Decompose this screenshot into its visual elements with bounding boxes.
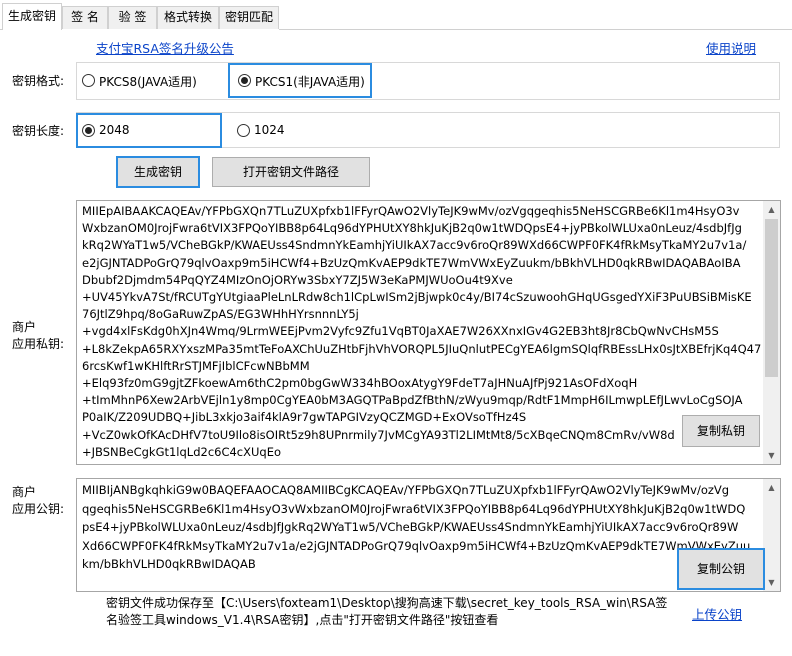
private-key-line: 76JtlZ9hpq/8oGaRuwZpAS/EG3WHhHYrsnnnLY5j [82,307,359,322]
private-key-line: WxbzanOM0JrojFwra6tVIX3FPQoYIBB8p64Lq96d… [82,221,742,236]
announcement-link[interactable]: 支付宝RSA签名升级公告 [96,38,234,57]
private-key-line: Dbubf2Djmdm54PqQYZ4MIzOnOjORYw3SbxY7ZJ5W… [82,272,513,287]
tab-verify[interactable]: 验 签 [108,6,157,29]
private-key-line: +vgd4xlFsKdg0hXJn4Wmq/9LrmWEEjPvm2Vyfc9Z… [82,324,719,339]
copy-public-key-button[interactable]: 复制公钥 [677,548,765,590]
pkcs1-label[interactable]: PKCS1(非JAVA适用) [255,73,365,90]
scroll-down-arrow-icon[interactable]: ▼ [763,447,780,464]
pkcs8-label[interactable]: PKCS8(JAVA适用) [99,73,197,90]
public-key-label-line1: 商户 [12,485,37,499]
len2048-highlight [76,113,222,148]
scroll-down-arrow-icon[interactable]: ▼ [763,574,780,591]
len2048-label[interactable]: 2048 [99,123,130,137]
tab-divider [279,29,792,30]
pkcs1-radio[interactable] [238,74,252,88]
public-key-label-line2: 应用公钥: [12,502,65,516]
private-key-line: +VcZ0wkOfKAcDHfV7toU9Ilo8isOIRt5z9h8UPnr… [82,427,675,442]
tab-sign[interactable]: 签 名 [62,6,108,29]
help-link[interactable]: 使用说明 [706,38,756,57]
private-key-line: kRq2WYaT1w5/VCheBGkP/KWAEUss4SndmnYkEamh… [82,238,747,253]
scroll-up-arrow-icon[interactable]: ▲ [763,201,780,218]
tab-key-match[interactable]: 密钥匹配 [219,6,279,29]
upload-public-key-link[interactable]: 上传公钥 [692,604,742,623]
len1024-label[interactable]: 1024 [254,123,285,137]
status-text-line1: 密钥文件成功保存至【C:\Users\foxteam1\Desktop\搜狗高速… [106,596,668,610]
private-key-line: MIIEpAIBAAKCAQEAv/YFPbGXQn7TLuZUXpfxb1lF… [82,204,740,218]
key-format-label: 密钥格式: [12,74,65,88]
public-key-textarea[interactable]: MIIBIjANBgkqhkiG9w0BAQEFAAOCAQ8AMIIBCgKC… [76,478,781,592]
tab-generate-key[interactable]: 生成密钥 [2,3,62,30]
private-key-scrollbar[interactable]: ▲ ▼ [763,201,780,464]
private-key-text: MIIEpAIBAAKCAQEAv/YFPbGXQn7TLuZUXpfxb1lF… [82,203,762,461]
open-key-path-button[interactable]: 打开密钥文件路径 [212,157,370,187]
len2048-radio[interactable] [82,124,96,138]
private-key-line: +tImMhnP6Xew2ArbVEjln1y8mp0CgYEA0bM3AGQT… [82,393,743,408]
private-key-textarea[interactable]: MIIEpAIBAAKCAQEAv/YFPbGXQn7TLuZUXpfxb1lF… [76,200,781,465]
status-text-line2: 名验签工具windows_V1.4\RSA密钥】,点击"打开密钥文件路径"按钮查… [106,613,499,627]
public-key-text: MIIBIjANBgkqhkiG9w0BAQEFAAOCAQ8AMIIBCgKC… [82,481,762,589]
public-key-line: psE4+jyPBkolWLUxa0nLeuz/4sdbJfJgkRq2WYaT… [82,520,739,534]
tab-divider-left [0,29,2,30]
private-key-label-line2: 应用私钥: [12,337,65,351]
public-key-line: qgeqhis5NeHSCGRBe6Kl1m4HsyO3vWxbzanOM0Jr… [82,501,746,516]
generate-key-button[interactable]: 生成密钥 [116,156,200,188]
tab-format-convert[interactable]: 格式转换 [157,6,219,29]
len1024-radio[interactable] [237,124,251,138]
public-key-line: km/bBkhVLHD0qkRBwIDAQAB [82,557,256,571]
pkcs8-radio[interactable] [82,74,96,88]
private-key-line: e2jGJNTADPoGrQ79qlvOaxp9m5iHCWf4+BzUzQmK… [82,255,741,270]
private-key-line: +UV45YkvA7St/fRCUTgYUtgiaaPleLnLRdw8ch1l… [82,290,752,305]
private-key-scroll-thumb[interactable] [765,219,778,377]
public-key-line: MIIBIjANBgkqhkiG9w0BAQEFAAOCAQ8AMIIBCgKC… [82,483,730,497]
private-key-line: 6rcsKwf1wKHlftRrSTJMFjIblCFcwNBbMM [82,358,310,373]
private-key-label-line1: 商户 [12,320,37,334]
key-length-label: 密钥长度: [12,124,65,138]
private-key-line: P0aIK/Z209UDBQ+JibL3xkjo3aif4klA9r7gwTAP… [82,410,527,425]
public-key-line: Xd66CWPF0FK4fRkMsyTkaMY2u7v1a/e2jGJNTADP… [82,538,751,553]
private-key-line: +Elq93fz0mG9gjtZFkoewAm6thC2pm0bgGwW334h… [82,376,638,391]
copy-private-key-button[interactable]: 复制私钥 [682,415,760,447]
private-key-line: +L8kZekpA65RXYxszMPa35mtTeFoAXChUuZHtbFj… [82,341,762,356]
scroll-up-arrow-icon[interactable]: ▲ [763,479,780,496]
private-key-line: +JBSNBeCgkGt1lqLd2c6C4cXUqEo [82,444,282,459]
public-key-scrollbar[interactable]: ▲ ▼ [763,479,780,591]
